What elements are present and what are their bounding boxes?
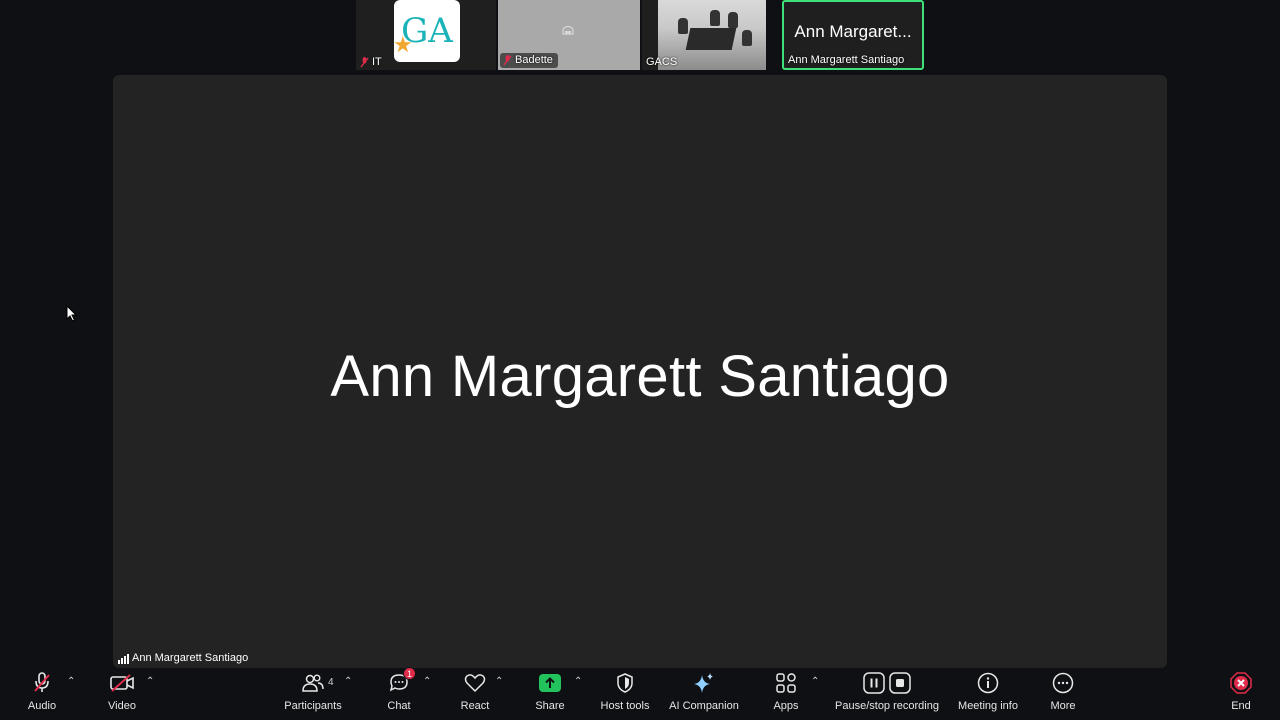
mic-muted-icon [34,672,50,692]
participant-tile-gacs[interactable]: GACS [642,0,766,70]
ai-companion-button[interactable]: AI Companion [666,672,742,718]
tile-label: Ann Margarett Santiago [788,54,904,66]
host-tools-label: Host tools [600,700,650,712]
react-caret-icon[interactable]: ⌃ [495,676,503,687]
tile-name: GACS [646,56,678,68]
more-label: More [1050,700,1076,712]
pause-icon[interactable] [863,672,885,694]
ga-logo: ★ GA [393,0,460,62]
tile-label: IT [360,56,382,68]
chat-caret-icon[interactable]: ⌃ [423,676,431,687]
stop-icon[interactable] [889,672,911,694]
mic-muted-icon [503,54,512,65]
end-button[interactable]: End [1226,672,1256,718]
more-icon [1052,672,1074,694]
react-heart-icon [464,674,486,693]
meeting-info-button[interactable]: Meeting info [955,672,1021,718]
shield-icon [617,673,633,693]
cursor-icon [66,305,78,322]
share-caret-icon[interactable]: ⌃ [574,676,582,687]
video-label: Video [108,700,136,712]
speaker-name: Ann Margarett Santiago [330,344,950,409]
tile-label: GACS [646,56,677,68]
stage-label: Ann Margarett Santiago [118,652,248,664]
stage-label-name: Ann Margarett Santiago [132,652,249,664]
participants-caret-icon[interactable]: ⌃ [344,676,352,687]
chat-unread-badge: 1 [403,667,416,680]
share-button[interactable]: Share [532,672,568,718]
signal-bars-icon [118,654,129,664]
tile-name: IT [372,56,382,68]
chat-label: Chat [387,700,411,712]
chat-button[interactable]: 1 Chat [384,667,416,718]
participants-count: 4 [328,677,334,688]
react-label: React [460,700,490,712]
apps-label: Apps [773,700,799,712]
recording-label: Pause/stop recording [835,700,939,712]
pause-stop-recording-button[interactable]: Pause/stop recording [832,672,942,718]
audio-label: Audio [27,700,57,712]
end-label: End [1231,700,1251,712]
end-icon [1230,672,1252,694]
tile-name: Ann Margarett Santiago [788,54,905,66]
info-icon [977,672,999,694]
video-options-caret-icon[interactable]: ⌃ [146,676,154,687]
video-off-avatar-icon [562,25,574,35]
participants-icon [302,674,324,692]
participants-label: Participants [284,700,342,712]
host-tools-button[interactable]: Host tools [596,672,654,718]
participant-tile-ann[interactable]: Ann Margaret... Ann Margarett Santiago [782,0,924,70]
ai-companion-label: AI Companion [669,700,739,712]
meeting-info-label: Meeting info [958,700,1018,712]
video-off-icon [110,674,134,692]
active-speaker-stage: Ann Margarett Santiago [113,75,1167,668]
video-button[interactable]: Video [100,672,144,718]
apps-icon [776,673,796,693]
participants-button[interactable]: Participants [282,672,344,718]
share-up-icon [539,674,561,692]
apps-caret-icon[interactable]: ⌃ [811,676,819,687]
tile-label: Badette [500,53,558,68]
audio-button[interactable]: Audio [22,672,62,718]
mic-muted-icon [360,56,369,67]
tile-name: Badette [515,54,553,66]
audio-options-caret-icon[interactable]: ⌃ [67,676,75,687]
sparkle-icon [694,673,713,693]
tile-display-name: Ann Margaret... [794,22,912,41]
apps-button[interactable]: Apps [770,672,802,718]
share-label: Share [535,700,565,712]
participant-tile-it[interactable]: ★ GA IT [356,0,496,70]
react-button[interactable]: React [458,672,492,718]
more-button[interactable]: More [1046,672,1080,718]
participant-tile-badette[interactable]: Badette [498,0,640,70]
star-icon: ★ [393,33,413,58]
